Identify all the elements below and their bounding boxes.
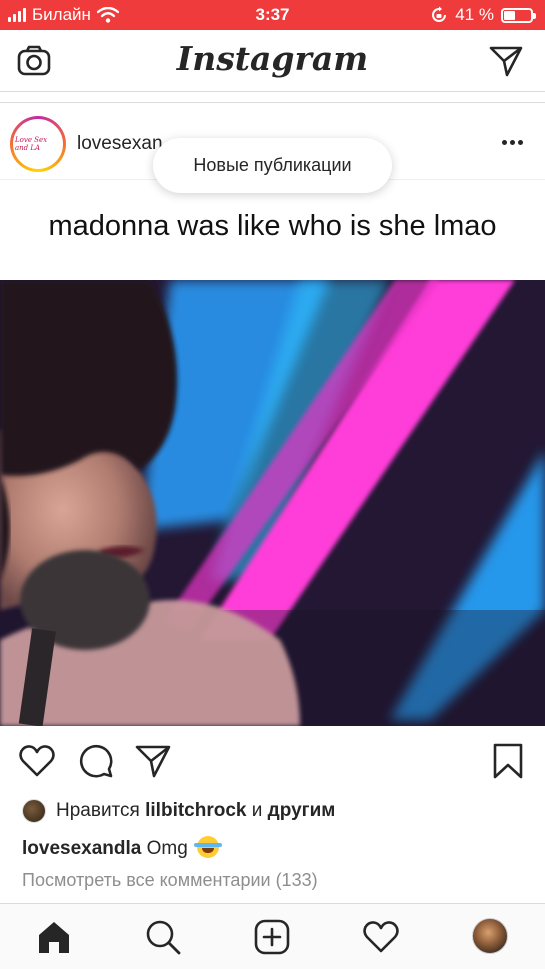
post-actions — [0, 738, 545, 788]
likes-conj: и — [251, 800, 263, 821]
bookmark-icon[interactable] — [489, 742, 527, 780]
liker-username[interactable]: lilbitchrock — [145, 800, 246, 822]
likes-prefix: Нравится — [56, 800, 140, 821]
post-caption: lovesexandla Omg — [22, 836, 223, 860]
post-avatar[interactable]: Love Sex and LA — [10, 116, 66, 172]
comment-icon[interactable] — [77, 742, 115, 780]
caption-text: Omg — [146, 838, 188, 859]
laughing-emoji-icon — [194, 836, 223, 858]
likes-line[interactable]: Нравится lilbitchrock и другим — [22, 798, 335, 824]
battery-icon — [501, 7, 536, 23]
liker-avatar — [22, 799, 46, 823]
home-icon[interactable] — [35, 918, 73, 956]
direct-message-icon[interactable] — [488, 43, 524, 79]
new-posts-label: Новые публикации — [193, 155, 352, 175]
video-frame — [0, 280, 545, 726]
avatar-logo-text: Love Sex and LA — [13, 119, 63, 169]
battery-percent: 41 % — [455, 5, 494, 24]
view-all-comments-link[interactable]: Посмотреть все комментарии (133) — [22, 870, 318, 891]
activity-icon[interactable] — [362, 918, 400, 956]
caption-username[interactable]: lovesexandla — [22, 838, 141, 859]
heart-icon[interactable] — [18, 742, 56, 780]
profile-avatar[interactable] — [472, 918, 508, 954]
new-post-icon[interactable] — [253, 918, 291, 956]
search-icon[interactable] — [144, 918, 182, 956]
meme-caption: madonna was like who is she lmao — [48, 210, 497, 242]
likes-others[interactable]: другим — [268, 800, 336, 822]
more-options-icon[interactable] — [502, 140, 523, 145]
share-icon[interactable] — [134, 742, 172, 780]
post-media[interactable] — [0, 280, 545, 726]
post-username[interactable]: lovesexan — [77, 133, 163, 155]
rotation-lock-icon — [432, 6, 447, 22]
battery-fill — [504, 10, 515, 20]
instagram-logo: Instagram — [176, 39, 369, 78]
status-bar: Билайн 3:37 41 % — [0, 0, 545, 30]
bottom-tab-bar — [0, 903, 545, 969]
app-header: Instagram — [0, 30, 545, 92]
new-posts-toast[interactable]: Новые публикации — [153, 138, 392, 193]
stories-divider — [0, 102, 545, 103]
